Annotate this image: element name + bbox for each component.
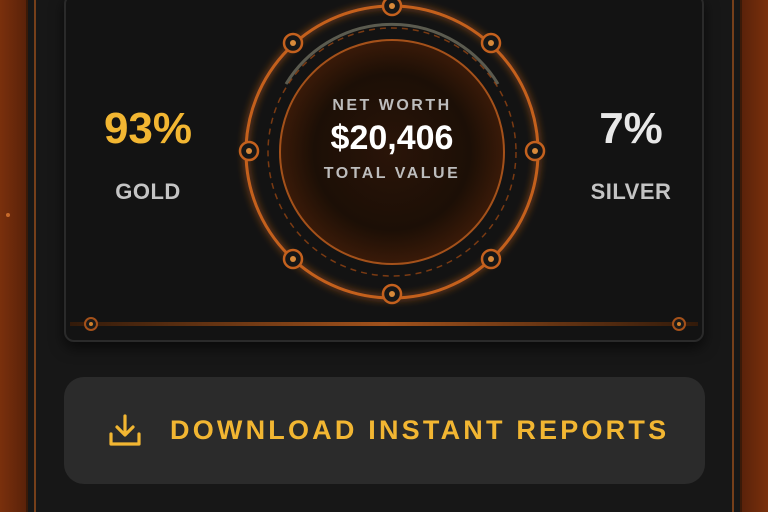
- card-rivet-right: [672, 317, 686, 331]
- portfolio-card: 93% GOLD 7% SILVER NET WORTH $20,406 TOT…: [64, 0, 704, 342]
- panel-accent-line-left: [34, 0, 36, 512]
- edge-indicator-dot: [6, 213, 10, 217]
- gold-label: GOLD: [115, 179, 181, 204]
- download-reports-button[interactable]: DOWNLOAD INSTANT REPORTS: [64, 377, 705, 484]
- silver-percentage: 7%: [599, 104, 663, 153]
- net-worth-label: NET WORTH: [332, 97, 452, 114]
- silver-stat: 7% SILVER: [551, 104, 702, 205]
- gold-percentage: 93%: [103, 104, 193, 153]
- card-rivet-left: [84, 317, 98, 331]
- silver-label: SILVER: [590, 179, 672, 204]
- left-frame-edge: [0, 0, 26, 512]
- net-worth-center: NET WORTH $20,406 TOTAL VALUE: [292, 97, 492, 183]
- download-icon: [109, 413, 141, 446]
- right-frame-edge: [742, 0, 768, 512]
- net-worth-value: $20,406: [330, 119, 454, 157]
- card-bottom-accent: [70, 322, 698, 326]
- download-reports-label: DOWNLOAD INSTANT REPORTS: [170, 415, 670, 445]
- total-value-label: TOTAL VALUE: [323, 165, 461, 182]
- gold-stat: 93% GOLD: [68, 107, 228, 205]
- panel-accent-line-right: [732, 0, 734, 512]
